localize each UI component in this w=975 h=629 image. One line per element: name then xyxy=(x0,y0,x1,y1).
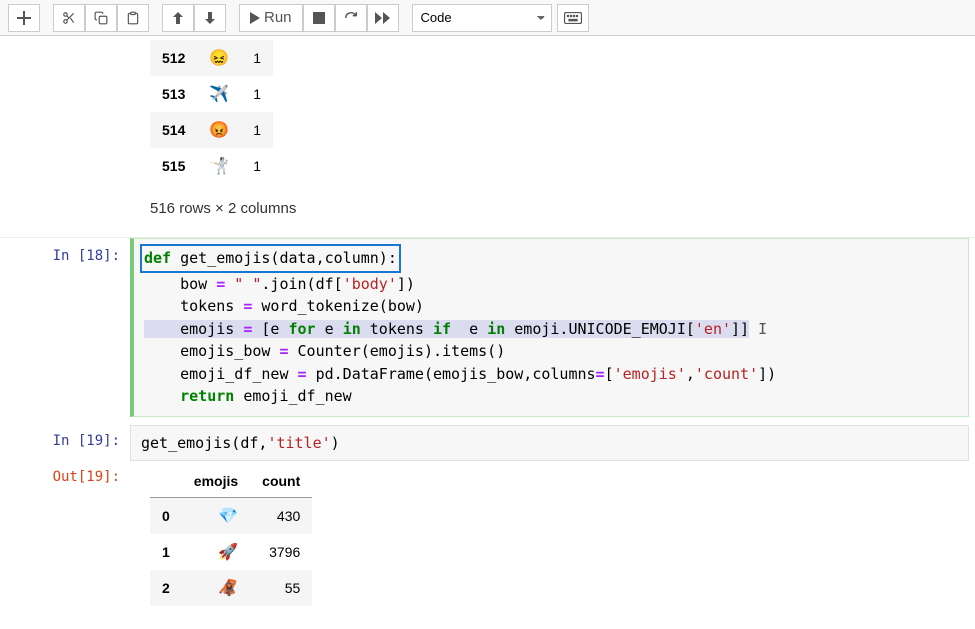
count-cell: 1 xyxy=(241,76,273,112)
copy-button[interactable] xyxy=(85,4,117,32)
emoji-cell: 💎 xyxy=(182,497,250,534)
row-index: 2 xyxy=(150,570,182,606)
dataframe-footer: 516 rows × 2 columns xyxy=(150,200,975,217)
emoji-cell: 🦧 xyxy=(182,570,250,606)
restart-run-all-button[interactable] xyxy=(367,4,399,32)
run-button[interactable]: Run xyxy=(239,4,303,32)
output-cell-19: Out[19]: emojis count 0💎4301🚀37962🦧55 xyxy=(0,461,975,610)
count-cell: 3796 xyxy=(250,534,312,570)
code-input-area-19[interactable]: get_emojis(df,'title') xyxy=(130,425,969,461)
copy-icon xyxy=(94,11,108,25)
count-cell: 1 xyxy=(241,40,273,76)
prompt-in-18: In [18]: xyxy=(0,238,130,417)
prompt-in-19: In [19]: xyxy=(0,425,130,461)
table-row: 2🦧55 xyxy=(150,570,312,606)
refresh-icon xyxy=(344,11,358,25)
toolbar: Run Code xyxy=(0,0,975,36)
paste-icon xyxy=(126,11,140,25)
text-cursor: I xyxy=(749,320,767,338)
emoji-cell: 😖 xyxy=(197,40,241,76)
dataframe-output-19: emojis count 0💎4301🚀37962🦧55 xyxy=(150,465,312,606)
emoji-cell: 🤺 xyxy=(197,148,241,184)
keyboard-icon xyxy=(564,12,582,24)
cut-icon xyxy=(62,11,76,25)
emoji-cell: ✈️ xyxy=(197,76,241,112)
row-index: 0 xyxy=(150,497,182,534)
count-cell: 1 xyxy=(241,148,273,184)
emoji-cell: 🚀 xyxy=(182,534,250,570)
prompt-empty xyxy=(0,36,130,237)
row-index: 514 xyxy=(150,112,197,148)
code-cell-18[interactable]: In [18]: def get_emojis(data,column): bo… xyxy=(0,237,975,417)
row-index: 1 xyxy=(150,534,182,570)
cell-type-select[interactable]: Code xyxy=(412,4,552,32)
command-palette-button[interactable] xyxy=(557,4,589,32)
table-row: 514😡1 xyxy=(150,112,273,148)
col-header: emojis xyxy=(182,465,250,498)
count-cell: 1 xyxy=(241,112,273,148)
highlighted-def-line: def get_emojis(data,column): xyxy=(140,244,401,273)
add-cell-button[interactable] xyxy=(8,4,40,32)
plus-icon xyxy=(17,11,31,25)
count-cell: 430 xyxy=(250,497,312,534)
restart-button[interactable] xyxy=(335,4,367,32)
emoji-cell: 😡 xyxy=(197,112,241,148)
cut-button[interactable] xyxy=(53,4,85,32)
notebook-body[interactable]: 512😖1513✈️1514😡1515🤺1 516 rows × 2 colum… xyxy=(0,36,975,629)
col-header: count xyxy=(250,465,312,498)
run-button-label: Run xyxy=(264,9,292,26)
interrupt-button[interactable] xyxy=(303,4,335,32)
move-down-button[interactable] xyxy=(194,4,226,32)
paste-button[interactable] xyxy=(117,4,149,32)
prompt-out-19: Out[19]: xyxy=(0,461,130,610)
arrow-up-icon xyxy=(171,11,185,25)
table-row: 512😖1 xyxy=(150,40,273,76)
fast-forward-icon xyxy=(375,12,391,24)
code-cell-19[interactable]: In [19]: get_emojis(df,'title') xyxy=(0,425,975,461)
table-row: 515🤺1 xyxy=(150,148,273,184)
row-index: 512 xyxy=(150,40,197,76)
dataframe-output-partial: 512😖1513✈️1514😡1515🤺1 xyxy=(150,40,273,184)
arrow-down-icon xyxy=(203,11,217,25)
row-index: 515 xyxy=(150,148,197,184)
count-cell: 55 xyxy=(250,570,312,606)
stop-icon xyxy=(313,12,325,24)
move-up-button[interactable] xyxy=(162,4,194,32)
table-row: 513✈️1 xyxy=(150,76,273,112)
play-icon xyxy=(250,12,260,24)
output-cell-partial: 512😖1513✈️1514😡1515🤺1 516 rows × 2 colum… xyxy=(0,36,975,237)
table-row: 0💎430 xyxy=(150,497,312,534)
row-index: 513 xyxy=(150,76,197,112)
table-row: 1🚀3796 xyxy=(150,534,312,570)
code-input-area-18[interactable]: def get_emojis(data,column): bow = " ".j… xyxy=(130,238,969,417)
